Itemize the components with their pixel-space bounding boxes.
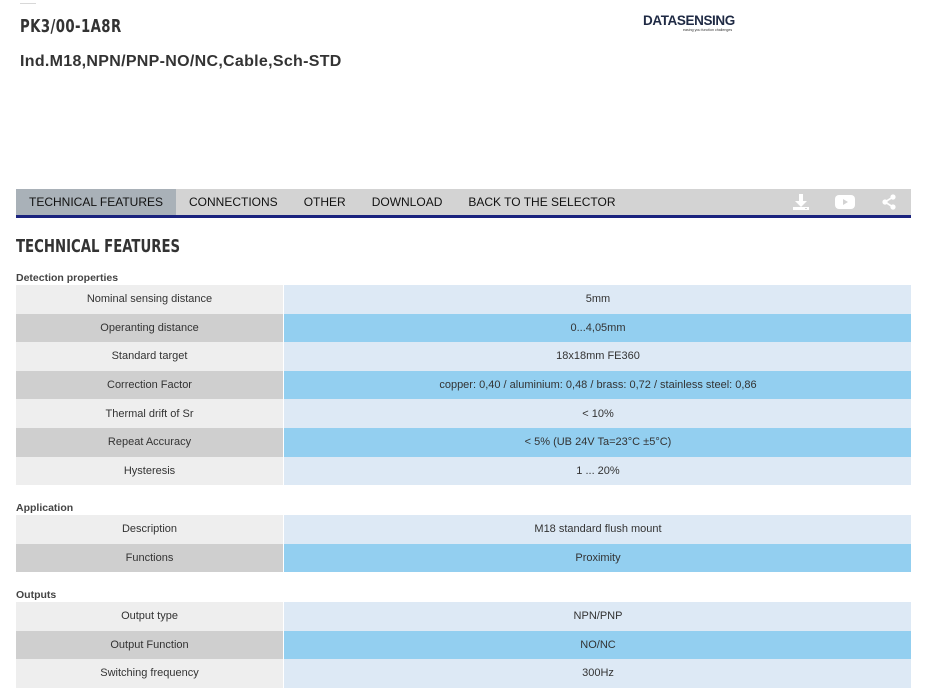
table-row: Functions Proximity (16, 543, 911, 573)
table-row: Switching frequency 300Hz (16, 659, 911, 688)
tab-technical-features[interactable]: TECHNICAL FEATURES (16, 189, 177, 215)
tab-connections[interactable]: CONNECTIONS (176, 189, 291, 215)
row-value: 300Hz (284, 659, 911, 688)
row-key: Thermal drift of Sr (16, 399, 284, 428)
table-row: Output Function NO/NC (16, 630, 911, 660)
row-value: NPN/PNP (284, 602, 911, 631)
row-value: M18 standard flush mount (284, 515, 911, 544)
share-icon[interactable] (867, 189, 911, 215)
row-value: < 10% (284, 399, 911, 428)
row-value: 18x18mm FE360 (284, 342, 911, 371)
table-row: Standard target 18x18mm FE360 (16, 342, 911, 371)
table-row: Output type NPN/PNP (16, 602, 911, 631)
row-value: Proximity (284, 543, 911, 573)
logo-tagline: easing you function challenges (683, 28, 733, 32)
row-value: copper: 0,40 / aluminium: 0,48 / brass: … (284, 370, 911, 400)
table-row: Nominal sensing distance 5mm (16, 285, 911, 314)
table-row: Correction Factor copper: 0,40 / alumini… (16, 370, 911, 400)
row-value: NO/NC (284, 630, 911, 660)
row-key: Operanting distance (16, 313, 284, 343)
row-key: Standard target (16, 342, 284, 371)
row-key: Description (16, 515, 284, 544)
youtube-icon[interactable] (823, 189, 867, 215)
row-key: Switching frequency (16, 659, 284, 688)
table-row: Repeat Accuracy < 5% (UB 24V Ta=23°C ±5°… (16, 427, 911, 457)
table-row: Operanting distance 0...4,05mm (16, 313, 911, 343)
table-row: Hysteresis 1 ... 20% (16, 456, 911, 486)
toolbar-icons (779, 189, 911, 215)
row-value: 0...4,05mm (284, 313, 911, 343)
row-key: Nominal sensing distance (16, 285, 284, 314)
table-outputs: Output type NPN/PNP Output Function NO/N… (16, 602, 911, 688)
product-description: Ind.M18,NPN/PNP-NO/NC,Cable,Sch-STD (20, 53, 342, 70)
logo-wordmark: DATASENSING (643, 13, 735, 28)
group-label-application: Application (16, 502, 74, 514)
tab-bar: TECHNICAL FEATURES CONNECTIONS OTHER DOW… (16, 189, 911, 218)
product-code: PK3/00-1A8R (20, 16, 122, 37)
row-value: < 5% (UB 24V Ta=23°C ±5°C) (284, 427, 911, 457)
tab-download[interactable]: DOWNLOAD (359, 189, 456, 215)
group-label-outputs: Outputs (16, 589, 57, 601)
tab-other[interactable]: OTHER (291, 189, 359, 215)
row-value: 1 ... 20% (284, 456, 911, 486)
row-key: Hysteresis (16, 456, 284, 486)
row-value: 5mm (284, 285, 911, 314)
table-row: Description M18 standard flush mount (16, 515, 911, 544)
row-key: Output Function (16, 630, 284, 660)
row-key: Output type (16, 602, 284, 631)
tab-back-to-selector[interactable]: BACK TO THE SELECTOR (455, 189, 628, 215)
table-application: Description M18 standard flush mount Fun… (16, 515, 911, 573)
table-detection-properties: Nominal sensing distance 5mm Operanting … (16, 285, 911, 486)
row-key: Repeat Accuracy (16, 427, 284, 457)
datasensing-logo[interactable]: DATASENSING easing you function challeng… (643, 13, 735, 35)
top-rule (20, 3, 36, 4)
group-label-detection-properties: Detection properties (16, 272, 119, 284)
table-row: Thermal drift of Sr < 10% (16, 399, 911, 428)
row-key: Functions (16, 543, 284, 573)
download-icon[interactable] (779, 189, 823, 215)
section-title: TECHNICAL FEATURES (16, 236, 181, 257)
row-key: Correction Factor (16, 370, 284, 400)
